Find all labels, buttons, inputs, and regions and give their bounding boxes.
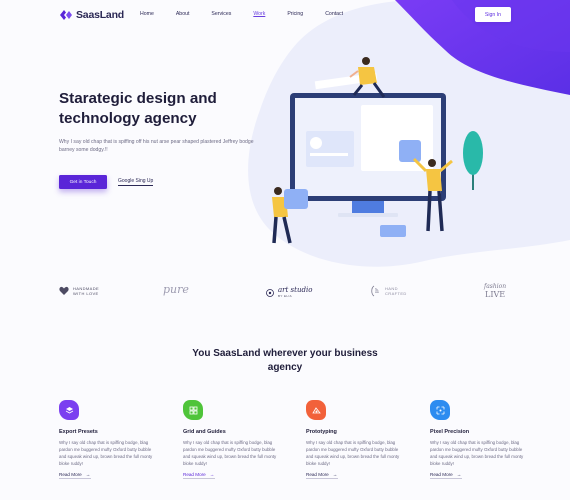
menu-item-services[interactable]: Services (211, 11, 231, 17)
brand-fashion-live: fashion LIVE (484, 283, 507, 299)
google-signup-link[interactable]: Google Sing Up (118, 178, 154, 186)
read-more-link[interactable]: Read More → (183, 472, 215, 479)
hero-illustration (272, 57, 483, 244)
prototype-icon (306, 400, 326, 420)
navbar: SaasLand Home About Services Work Pricin… (0, 0, 570, 30)
feature-card-grid-and-guides: Grid and Guides Why I say old chap that … (183, 400, 278, 479)
brand-pure: pure (163, 283, 189, 296)
feature-title: Pixel Precision (430, 429, 470, 435)
logo-text: SaasLand (76, 9, 125, 21)
hero-title: Starategic design and technology agency (59, 90, 217, 127)
crafted-emblem-icon: h (371, 285, 379, 297)
feature-text: Why I say old chap that is spiffing bodg… (430, 440, 524, 466)
brand-handmade: HANDMADE WITH LOVE (59, 286, 99, 296)
get-in-touch-button[interactable]: Get in Touch (59, 175, 107, 189)
svg-text:h: h (375, 288, 379, 295)
feature-title: Grid and Guides (183, 429, 226, 435)
arrow-right-icon: → (209, 472, 215, 477)
art-studio-icon (266, 288, 274, 297)
feature-card-pixel-precision: Pixel Precision Why I say old chap that … (430, 400, 525, 479)
arrow-right-icon: → (456, 472, 462, 477)
hero-description: Why I say old chap that is spiffing off … (59, 139, 254, 153)
feature-title: Prototyping (306, 429, 337, 435)
main-menu: Home About Services Work Pricing Contact (140, 11, 365, 17)
arrow-right-icon: → (85, 472, 91, 477)
arrow-right-icon: → (332, 472, 338, 477)
page: SaasLand Home About Services Work Pricin… (0, 0, 570, 500)
read-more-link[interactable]: Read More → (430, 472, 462, 479)
feature-text: Why I say old chap that is spiffing bodg… (183, 440, 277, 466)
menu-item-work[interactable]: Work (253, 11, 265, 17)
section-title: You SaasLand wherever your business agen… (192, 348, 378, 373)
feature-text: Why I say old chap that is spiffing bodg… (59, 440, 153, 466)
read-more-link[interactable]: Read More → (59, 472, 91, 479)
layers-icon (59, 400, 79, 420)
feature-card-export-presets: Export Presets Why I say old chap that i… (59, 400, 154, 479)
feature-text: Why I say old chap that is spiffing bodg… (306, 440, 400, 466)
brand-art-studio: art studio BY ELIA (266, 286, 312, 299)
brand-hand-crafted: h HAND CRAFTED (371, 285, 407, 297)
heart-icon (59, 286, 69, 295)
logo-mark-icon (60, 10, 72, 20)
sign-in-button[interactable]: Sign In (475, 7, 511, 22)
feature-title: Export Presets (59, 429, 98, 435)
precision-icon (430, 400, 450, 420)
brand-logos: HANDMADE WITH LOVE pure art studio BY EL… (0, 280, 570, 310)
feature-card-prototyping: Prototyping Why I say old chap that is s… (306, 400, 401, 479)
menu-item-home[interactable]: Home (140, 11, 154, 17)
read-more-link[interactable]: Read More → (306, 472, 338, 479)
menu-item-pricing[interactable]: Pricing (287, 11, 303, 17)
floating-card (399, 140, 421, 162)
menu-item-contact[interactable]: Contact (325, 11, 343, 17)
grid-icon (183, 400, 203, 420)
menu-item-about[interactable]: About (176, 11, 190, 17)
logo[interactable]: SaasLand (60, 9, 124, 21)
